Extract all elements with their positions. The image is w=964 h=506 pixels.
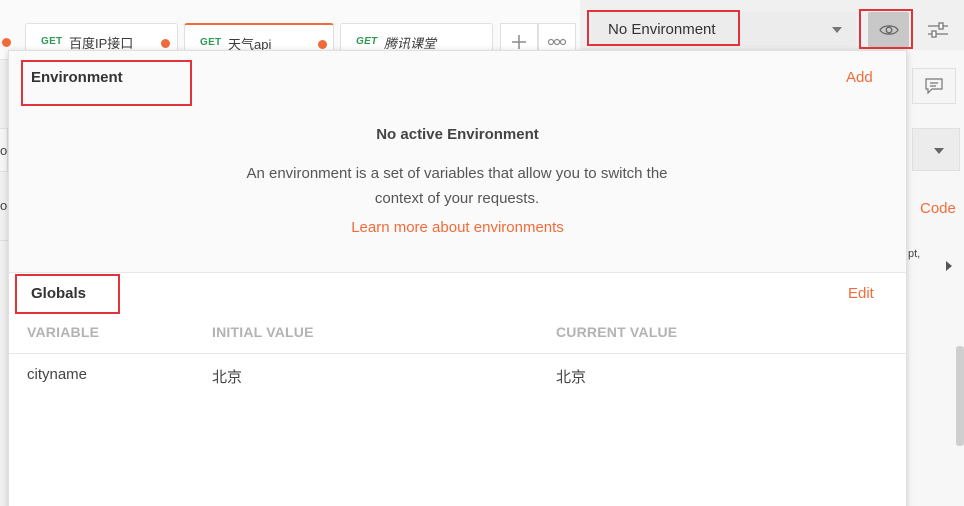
environment-quick-look-popover: Environment Add No active Environment An…: [8, 50, 907, 506]
plus-icon: [512, 34, 526, 49]
column-header-variable: VARIABLE: [27, 324, 100, 340]
http-method: GET: [356, 36, 378, 47]
column-header-current-value: CURRENT VALUE: [556, 324, 678, 340]
http-method: GET: [200, 37, 222, 48]
environment-quick-look-button[interactable]: [868, 12, 909, 47]
selected-environment: No Environment: [608, 21, 716, 38]
edit-globals-link[interactable]: Edit: [848, 285, 874, 302]
code-link[interactable]: Code: [920, 200, 956, 217]
add-environment-link[interactable]: Add: [846, 69, 873, 86]
current-value: 北京: [556, 369, 587, 386]
partial-text: pt,: [908, 248, 921, 260]
unsaved-dot: [161, 39, 170, 48]
divider: [9, 353, 906, 354]
globals-heading: Globals: [31, 285, 87, 302]
empty-state-title: No active Environment: [376, 126, 539, 143]
unsaved-dot: [2, 38, 11, 47]
environment-heading: Environment: [31, 69, 123, 86]
http-method: GET: [41, 36, 63, 47]
initial-value: 北京: [212, 369, 243, 386]
learn-more-link: Learn more about environments: [9, 219, 906, 236]
comments-button[interactable]: [912, 68, 956, 104]
eye-icon: [878, 24, 899, 35]
unsaved-dot: [318, 40, 327, 49]
caret-right-icon[interactable]: [946, 261, 952, 271]
empty-state-description: An environment is a set of variables tha…: [246, 165, 668, 207]
scrollbar-thumb[interactable]: [956, 346, 964, 446]
caret-down-icon: [832, 27, 842, 33]
manage-environments-button[interactable]: [920, 12, 956, 47]
comment-icon: [925, 78, 943, 94]
sliders-icon: [928, 21, 948, 38]
more-icon: [547, 38, 567, 45]
caret-down-icon: [934, 148, 944, 154]
environment-section: Environment Add No active Environment An…: [9, 51, 906, 273]
column-header-initial-value: INITIAL VALUE: [212, 324, 314, 340]
learn-more-link-text[interactable]: Learn more about environments: [351, 219, 564, 236]
divider: [0, 240, 8, 241]
environment-selector[interactable]: No Environment: [591, 12, 856, 47]
partial-text: o: [0, 198, 8, 213]
variable-name: cityname: [27, 366, 88, 383]
background-dropdown[interactable]: [912, 128, 960, 171]
